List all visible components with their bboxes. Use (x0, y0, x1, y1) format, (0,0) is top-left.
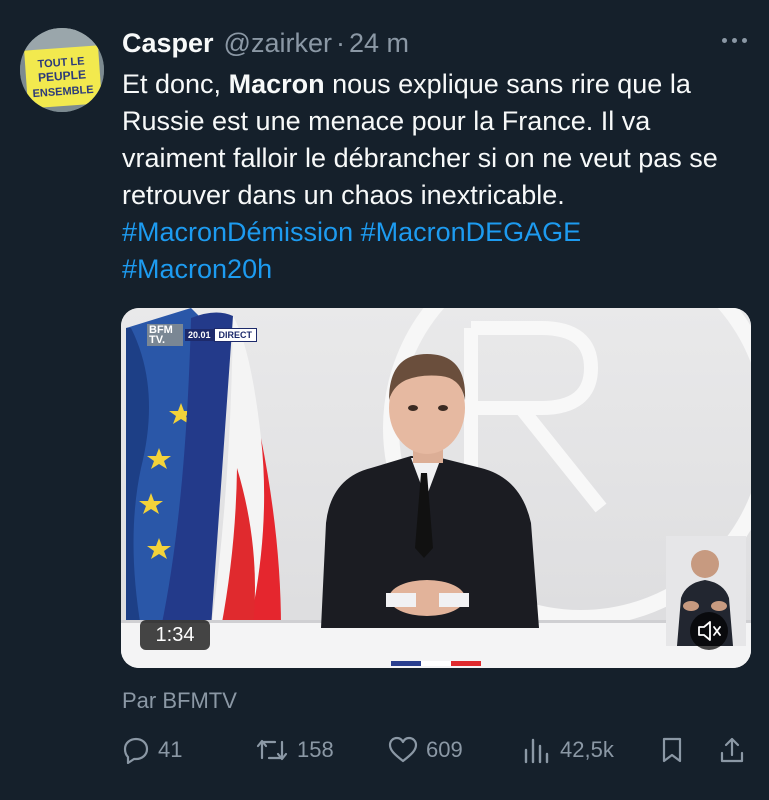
hashtag-link[interactable]: #MacronDémission (122, 217, 353, 247)
views-button[interactable]: 42,5k (522, 730, 614, 770)
text-bold: Macron (228, 69, 325, 99)
channel-badge: BFM TV. 20.01 DIRECT (147, 324, 258, 346)
like-count: 609 (426, 737, 463, 762)
timestamp[interactable]: 24 m (349, 28, 409, 59)
reply-button[interactable]: 41 (122, 730, 182, 770)
retweet-icon (256, 739, 288, 761)
like-icon (388, 736, 418, 763)
reply-icon (123, 737, 149, 764)
views-icon (524, 738, 549, 764)
text-prefix: Et donc, (122, 69, 229, 99)
separator: · (335, 27, 345, 58)
retweet-button[interactable]: 158 (255, 730, 334, 770)
avatar-image: TOUT LE PEUPLE ENSEMBLE (20, 28, 104, 112)
tweet-actions: 41 158 609 42,5k (0, 730, 769, 770)
video-attribution[interactable]: Par BFMTV (122, 688, 237, 714)
tweet-text: Et donc, Macron nous explique sans rire … (122, 66, 752, 288)
hashtag-link[interactable]: #MacronDEGAGE (361, 217, 582, 247)
author-handle[interactable]: @zairker (224, 28, 332, 59)
author-name[interactable]: Casper (122, 28, 214, 59)
avatar[interactable]: TOUT LE PEUPLE ENSEMBLE (20, 28, 104, 112)
hashtag-link[interactable]: #Macron20h (122, 254, 272, 284)
volume-muted-icon[interactable] (690, 612, 728, 650)
retweet-count: 158 (297, 737, 334, 762)
views-count: 42,5k (560, 737, 614, 762)
video-duration: 1:34 (140, 620, 210, 650)
bookmark-icon (662, 737, 682, 763)
like-button[interactable]: 609 (388, 730, 463, 770)
broadcast-clock: 20.01 (185, 329, 214, 341)
more-icon[interactable] (720, 30, 750, 50)
bookmark-button[interactable] (660, 730, 684, 770)
video-player[interactable]: BFM TV. 20.01 DIRECT (121, 308, 751, 668)
live-label: DIRECT (213, 328, 258, 342)
reply-count: 41 (158, 737, 183, 762)
video-frame (121, 308, 751, 668)
tweet-header: Casper @zairker · 24 m (122, 26, 409, 60)
share-button[interactable] (718, 730, 746, 770)
channel-logo: BFM TV. (147, 324, 183, 346)
share-icon (720, 737, 744, 763)
